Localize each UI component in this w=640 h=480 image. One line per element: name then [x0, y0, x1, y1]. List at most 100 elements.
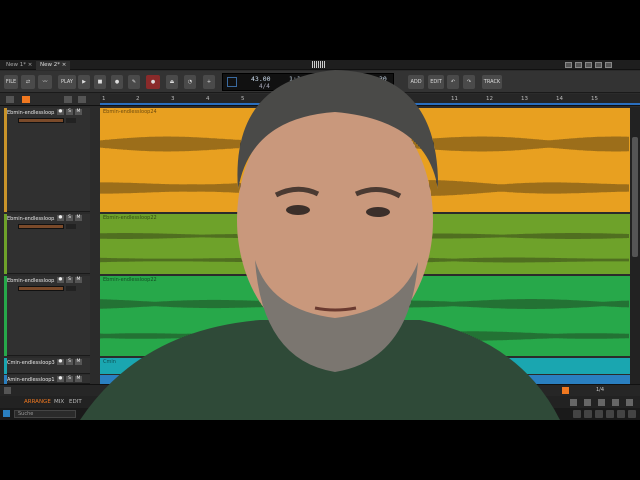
select-icon[interactable] — [64, 96, 72, 103]
record-arm-button[interactable]: ● — [57, 277, 64, 283]
record-arm-button[interactable]: ● — [57, 109, 64, 115]
file-button[interactable]: FILE — [4, 75, 18, 89]
layout-icon[interactable] — [585, 62, 592, 68]
tab-arrange[interactable]: ARRANGE — [24, 399, 51, 405]
pointer-icon[interactable] — [78, 96, 86, 103]
transport-display: 43.00 4/4 1:1 30 — [222, 73, 394, 91]
audio-clip[interactable] — [100, 375, 630, 384]
mute-button[interactable]: M — [75, 277, 82, 283]
track-name[interactable]: Amin-endlessloop16 — [7, 377, 55, 383]
search-icon[interactable] — [570, 399, 577, 406]
record-arm-button[interactable]: ● — [57, 359, 64, 365]
layout-icon[interactable] — [575, 62, 582, 68]
ruler-tick: 12 — [486, 96, 493, 102]
browser-icon[interactable] — [612, 399, 619, 406]
track-header[interactable]: Cmin-endlessloop38 ● S M — [4, 358, 90, 374]
waveform-channel — [100, 331, 629, 341]
mute-button[interactable]: M — [75, 109, 82, 115]
undo-icon[interactable]: ↶ — [447, 75, 459, 89]
track-header[interactable]: Amin-endlessloop16 ● S M — [4, 375, 90, 384]
tab-new-1[interactable]: New 1* × — [2, 61, 36, 70]
menu-icon[interactable] — [6, 96, 14, 103]
tab-close-icon[interactable]: × — [62, 62, 67, 68]
tab-close-icon[interactable]: × — [28, 62, 33, 68]
volume-fader[interactable] — [18, 118, 64, 123]
windows-start-icon[interactable] — [3, 410, 10, 417]
track-buttons: ● S M — [57, 277, 82, 283]
solo-button[interactable]: S — [66, 359, 73, 365]
volume-fader[interactable] — [18, 224, 64, 229]
tray-icon[interactable] — [595, 410, 603, 418]
tempo-value[interactable]: 43.00 — [251, 75, 271, 83]
track-name[interactable]: Ebmin-endlessloop... — [7, 216, 55, 222]
keyboard-icon[interactable] — [598, 399, 605, 406]
gear-icon[interactable] — [584, 399, 591, 406]
tray-icon[interactable] — [584, 410, 592, 418]
audio-clip[interactable]: Ebmin-endlessloop22 — [100, 214, 630, 274]
mute-button[interactable]: M — [75, 215, 82, 221]
arm-record-button[interactable]: ● — [146, 75, 160, 89]
play-mode-button[interactable]: PLAY — [58, 75, 76, 89]
track-header[interactable]: Ebmin-endlessloop... ● S M — [4, 214, 90, 274]
stop-icon[interactable]: ■ — [94, 75, 106, 89]
tab-edit[interactable]: EDIT — [69, 399, 82, 405]
volume-fader[interactable] — [18, 286, 64, 291]
audio-clip[interactable]: Ebmin-endlessloop22 — [100, 276, 630, 356]
info-icon[interactable] — [4, 387, 11, 394]
redo-icon[interactable]: ↷ — [463, 75, 475, 89]
waveform-channel — [100, 136, 629, 152]
ruler-tick: 14 — [556, 96, 563, 102]
volume-readout — [66, 118, 76, 123]
layout-icon[interactable] — [595, 62, 602, 68]
taskbar-search-input[interactable]: Suche — [14, 410, 76, 418]
timeline-ruler[interactable]: 1 2 3 4 5 11 12 13 14 15 — [100, 94, 640, 106]
track-color-bar — [4, 276, 7, 356]
layout-icon[interactable] — [565, 62, 572, 68]
track-button[interactable]: TRACK — [482, 75, 502, 89]
solo-button[interactable]: S — [66, 277, 73, 283]
tray-icon[interactable] — [617, 410, 625, 418]
inspector-icon[interactable] — [22, 96, 30, 103]
vertical-scrollbar[interactable] — [630, 107, 640, 387]
loop-region-bar[interactable] — [100, 103, 640, 105]
mute-button[interactable]: M — [75, 376, 82, 382]
track-name[interactable]: Ebmin-endlessloop... — [7, 110, 55, 116]
solo-button[interactable]: S — [66, 109, 73, 115]
overdub-icon[interactable]: ⏏ — [166, 75, 178, 89]
add-button[interactable]: ADD — [408, 75, 424, 89]
record-icon[interactable]: ● — [111, 75, 123, 89]
waveform — [100, 299, 629, 341]
position-readout-right: 30 — [379, 75, 387, 83]
mute-button[interactable]: M — [75, 359, 82, 365]
panel-icon[interactable] — [626, 399, 633, 406]
play-position[interactable]: 1:1 — [289, 75, 301, 83]
time-signature[interactable]: 4/4 — [259, 83, 270, 90]
edit-button[interactable]: EDIT — [428, 75, 444, 89]
record-arm-button[interactable]: ● — [57, 215, 64, 221]
tray-icon[interactable] — [628, 410, 636, 418]
zoom-icon[interactable] — [562, 387, 569, 394]
metronome-icon[interactable]: ◔ — [184, 75, 196, 89]
track-buttons: ● S M — [57, 215, 82, 221]
arrows-icon[interactable]: ⇄ — [21, 75, 35, 89]
track-name[interactable]: Ebmin-endlessloop... — [7, 278, 55, 284]
audio-clip[interactable]: Cmin — [100, 358, 630, 374]
wave-icon[interactable]: 〰 — [38, 75, 52, 89]
layout-icon[interactable] — [605, 62, 612, 68]
automation-icon[interactable]: ✎ — [128, 75, 140, 89]
sync-icon[interactable] — [227, 77, 237, 87]
tray-icon[interactable] — [606, 410, 614, 418]
tab-new-2[interactable]: New 2* × — [36, 61, 71, 70]
track-header[interactable]: Ebmin-endlessloop... ● S M — [4, 276, 90, 356]
track-name[interactable]: Cmin-endlessloop38 — [7, 360, 55, 366]
solo-button[interactable]: S — [66, 376, 73, 382]
track-header[interactable]: Ebmin-endlessloop... ● S M — [4, 108, 90, 212]
record-arm-button[interactable]: ● — [57, 376, 64, 382]
audio-clip[interactable]: Ebmin-endlessloop24 — [100, 108, 630, 212]
play-icon[interactable]: ▶ — [78, 75, 90, 89]
add-icon[interactable]: + — [203, 75, 215, 89]
tab-mix[interactable]: MIX — [54, 399, 64, 405]
tray-icon[interactable] — [573, 410, 581, 418]
scrollbar-thumb[interactable] — [632, 137, 638, 257]
solo-button[interactable]: S — [66, 215, 73, 221]
